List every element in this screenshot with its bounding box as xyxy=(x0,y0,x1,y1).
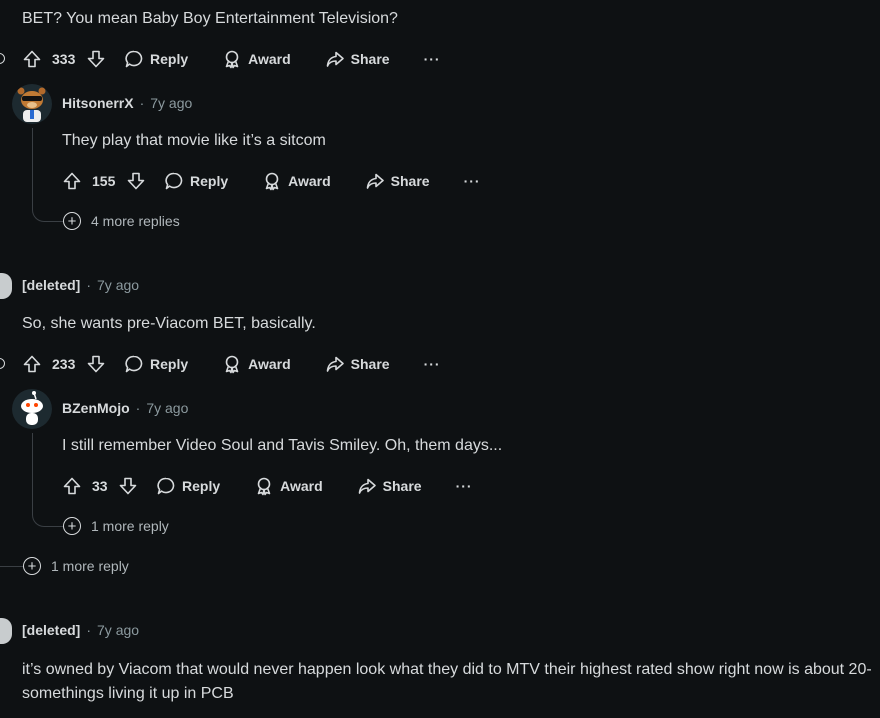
more-options-icon[interactable]: ··· xyxy=(456,478,473,494)
share-button[interactable]: Share xyxy=(325,49,390,69)
award-button[interactable]: Award xyxy=(222,49,291,69)
reply-label: Reply xyxy=(150,356,189,372)
share-button[interactable]: Share xyxy=(365,171,430,191)
comment-text: BET? You mean Baby Boy Entertainment Tel… xyxy=(22,10,398,27)
timestamp[interactable]: 7y ago xyxy=(150,95,192,111)
comment-actions: 333 Reply Award Share ··· xyxy=(22,47,441,71)
more-replies-label: 1 more reply xyxy=(91,518,169,534)
vote-score: 333 xyxy=(52,51,76,67)
more-options-icon[interactable]: ··· xyxy=(424,51,441,67)
share-label: Share xyxy=(350,51,390,67)
vote-score: 33 xyxy=(92,478,108,494)
upvote-icon[interactable] xyxy=(22,49,42,69)
avatar[interactable] xyxy=(0,618,12,644)
vote-score: 155 xyxy=(92,173,116,189)
upvote-icon[interactable] xyxy=(62,171,82,191)
reply-label: Reply xyxy=(182,478,221,494)
comment-text: They play that movie like it’s a sitcom xyxy=(62,132,326,149)
more-replies-button[interactable]: + 1 more reply xyxy=(63,517,169,535)
comment-text: So, she wants pre-Viacom BET, basically. xyxy=(22,315,316,332)
more-replies-button[interactable]: + 4 more replies xyxy=(63,212,180,230)
share-button[interactable]: Share xyxy=(357,476,422,496)
award-icon xyxy=(262,171,282,191)
author-name: [deleted] xyxy=(22,277,81,293)
thread-line[interactable] xyxy=(32,433,33,511)
reply-button[interactable]: Reply xyxy=(124,49,188,69)
timestamp[interactable]: 7y ago xyxy=(146,400,188,416)
author-name[interactable]: BZenMojo xyxy=(62,400,130,416)
collapse-icon[interactable] xyxy=(0,358,5,369)
award-button[interactable]: Award xyxy=(262,171,331,191)
upvote-icon[interactable] xyxy=(22,354,42,374)
share-icon xyxy=(365,171,385,191)
more-replies-label: 4 more replies xyxy=(91,213,180,229)
downvote-icon[interactable] xyxy=(118,476,138,496)
plus-circle-icon: + xyxy=(63,212,81,230)
thread-line[interactable] xyxy=(32,128,33,206)
timestamp[interactable]: 7y ago xyxy=(97,622,139,638)
avatar[interactable] xyxy=(0,273,12,299)
downvote-icon[interactable] xyxy=(86,49,106,69)
reply-button[interactable]: Reply xyxy=(124,354,188,374)
award-label: Award xyxy=(280,478,323,494)
upvote-icon[interactable] xyxy=(62,476,82,496)
award-icon xyxy=(222,49,242,69)
comment-icon xyxy=(124,49,144,69)
comment-meta: [deleted] · 7y ago xyxy=(22,622,139,638)
award-icon xyxy=(222,354,242,374)
comment-actions: 233 Reply Award Share ··· xyxy=(22,352,441,376)
award-label: Award xyxy=(288,173,331,189)
comment-icon xyxy=(164,171,184,191)
award-label: Award xyxy=(248,51,291,67)
comment-meta: [deleted] · 7y ago xyxy=(22,277,139,293)
share-icon xyxy=(325,354,345,374)
award-button[interactable]: Award xyxy=(222,354,291,374)
comment-icon xyxy=(124,354,144,374)
comment-meta: HitsonerrX · 7y ago xyxy=(62,95,192,111)
downvote-icon[interactable] xyxy=(126,171,146,191)
avatar[interactable] xyxy=(12,389,52,429)
more-replies-button[interactable]: + 1 more reply xyxy=(23,557,129,575)
comment-text: I still remember Video Soul and Tavis Sm… xyxy=(62,437,503,454)
downvote-icon[interactable] xyxy=(86,354,106,374)
separator: · xyxy=(86,622,92,638)
thread-connector xyxy=(32,505,63,527)
comment-meta: BZenMojo · 7y ago xyxy=(62,400,188,416)
comment-text: it’s owned by Viacom that would never ha… xyxy=(22,661,872,702)
share-label: Share xyxy=(390,173,430,189)
collapse-icon[interactable] xyxy=(0,53,5,64)
separator: · xyxy=(86,277,92,293)
award-icon xyxy=(254,476,274,496)
comment-actions: 155 Reply Award Share ··· xyxy=(62,169,481,193)
reply-label: Reply xyxy=(190,173,229,189)
vote-score: 233 xyxy=(52,356,76,372)
share-icon xyxy=(325,49,345,69)
separator: · xyxy=(135,400,141,416)
comment-icon xyxy=(156,476,176,496)
reply-label: Reply xyxy=(150,51,189,67)
share-icon xyxy=(357,476,377,496)
share-label: Share xyxy=(382,478,422,494)
share-label: Share xyxy=(350,356,390,372)
author-name: [deleted] xyxy=(22,622,81,638)
reply-button[interactable]: Reply xyxy=(156,476,220,496)
avatar[interactable] xyxy=(12,84,52,124)
reply-button[interactable]: Reply xyxy=(164,171,228,191)
plus-circle-icon: + xyxy=(23,557,41,575)
separator: · xyxy=(139,95,145,111)
thread-connector xyxy=(0,566,23,567)
award-label: Award xyxy=(248,356,291,372)
comment-actions: 33 Reply Award Share ··· xyxy=(62,474,473,498)
thread-connector xyxy=(32,200,63,222)
more-options-icon[interactable]: ··· xyxy=(464,173,481,189)
more-options-icon[interactable]: ··· xyxy=(424,356,441,372)
more-replies-label: 1 more reply xyxy=(51,558,129,574)
author-name[interactable]: HitsonerrX xyxy=(62,95,134,111)
share-button[interactable]: Share xyxy=(325,354,390,374)
plus-circle-icon: + xyxy=(63,517,81,535)
timestamp[interactable]: 7y ago xyxy=(97,277,139,293)
award-button[interactable]: Award xyxy=(254,476,323,496)
